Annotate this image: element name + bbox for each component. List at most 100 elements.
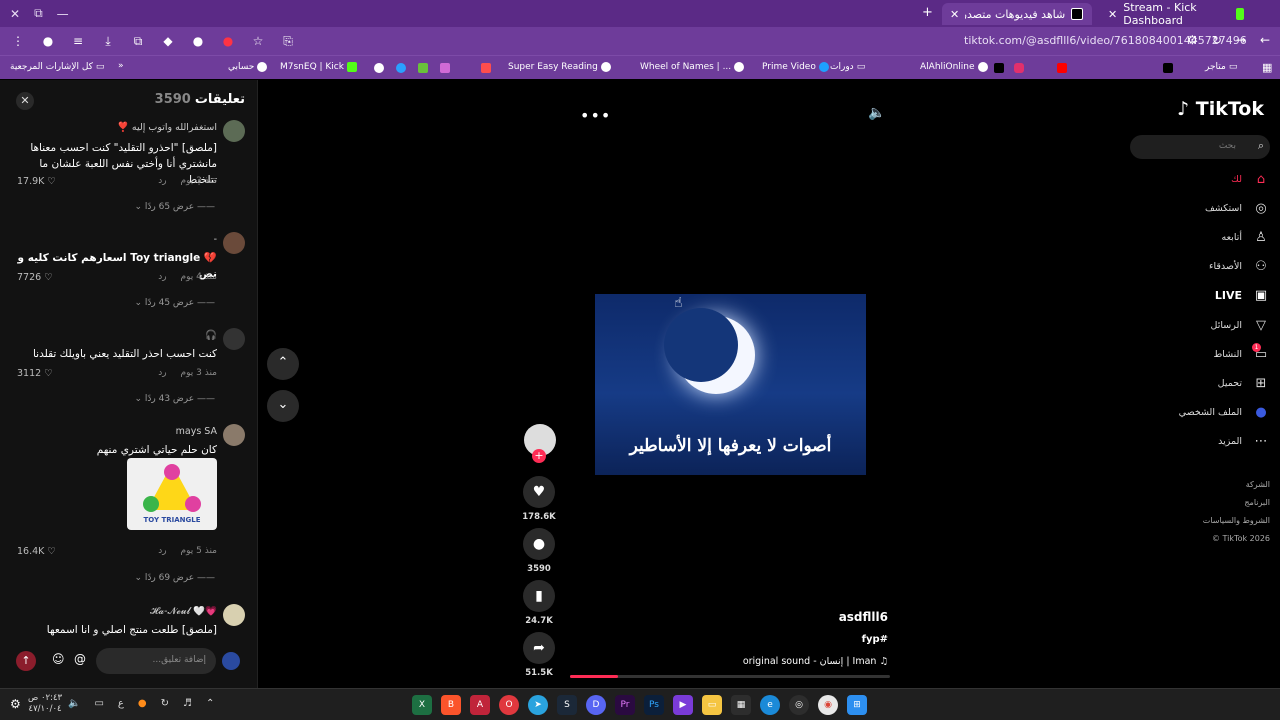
view-replies-button[interactable]: —— عرض 45 ردًا ⌄ (134, 298, 215, 308)
nav-activity[interactable]: النشاط ▭ 1 (1120, 343, 1270, 362)
restore-window-icon[interactable]: ⧉ (34, 6, 43, 21)
discord-icon[interactable]: D (586, 695, 606, 715)
comment-likes[interactable]: 7726 ♡ (17, 272, 53, 283)
like-action[interactable]: ♥ 178.6K (522, 476, 556, 522)
bookmark-courses[interactable]: دورات ▭ (830, 62, 865, 72)
star-icon[interactable]: ☆ (250, 34, 266, 48)
nav-live[interactable]: LIVE ▣ (1120, 288, 1270, 303)
menu-icon[interactable]: ⋮ (10, 34, 26, 48)
reload-icon[interactable]: ↻ (1212, 33, 1222, 47)
bookmark-account[interactable]: حسابي (228, 62, 268, 72)
bookmark-super-easy-reading[interactable]: Super Easy Reading (508, 62, 611, 72)
tab-kick[interactable]: ✕ Stream - Kick Dashboard (1100, 1, 1252, 27)
reply-button[interactable]: رد (158, 176, 166, 186)
search-icon[interactable]: ⌕ (1258, 139, 1264, 153)
extension-icon[interactable]: ● (220, 34, 236, 48)
avatar[interactable] (223, 120, 245, 142)
sticker-image[interactable]: TOY TRIANGLE (127, 458, 217, 530)
nav-explore[interactable]: استكشف ◎ (1120, 201, 1270, 216)
comment-author[interactable]: - (214, 234, 217, 245)
video-progress-bar[interactable] (570, 675, 890, 678)
grid-icon[interactable]: ▦ (1262, 61, 1272, 74)
close-window-icon[interactable]: ✕ (10, 7, 20, 21)
notification-icon[interactable]: ♬ (183, 698, 192, 709)
store-icon[interactable]: ▦ (731, 695, 751, 715)
nav-following[interactable]: أتابعه ♙ (1120, 230, 1270, 245)
volume-icon[interactable]: 🔈 (868, 105, 885, 121)
bookmark-wheel-of-names[interactable]: Wheel of Names | ... (640, 62, 745, 72)
avatar[interactable] (223, 424, 245, 446)
extension-icon[interactable]: ◆ (160, 34, 176, 48)
vivaldi-icon[interactable]: A (470, 695, 490, 715)
share-icon[interactable]: ➦ (523, 632, 555, 664)
globe-icon[interactable] (1163, 63, 1173, 73)
video-sound[interactable]: original sound - إنسان | Iman ♫ (743, 656, 888, 667)
heart-icon[interactable]: ♥ (523, 476, 555, 508)
more-options-icon[interactable]: ••• (580, 106, 611, 125)
globe-icon[interactable] (396, 63, 406, 73)
comment-input[interactable]: إضافة تعليق... (96, 648, 216, 674)
video-hashtag[interactable]: fyp# (862, 634, 888, 645)
view-replies-button[interactable]: —— عرض 43 ردًا ⌄ (134, 394, 215, 404)
chatgpt-icon[interactable]: ◎ (789, 695, 809, 715)
network-icon[interactable]: ▭ (94, 698, 103, 709)
opera-icon[interactable]: O (499, 695, 519, 715)
footer-company[interactable]: الشركة (1246, 480, 1270, 489)
extension-icon[interactable]: ● (40, 34, 56, 48)
search-input[interactable]: بحث ⌕ (1130, 135, 1270, 159)
photo-ext-icon[interactable] (440, 63, 450, 73)
screenshot-icon[interactable]: ⎘ (280, 34, 296, 49)
photoshop-icon[interactable]: Ps (644, 695, 664, 715)
edge-icon[interactable]: e (760, 695, 780, 715)
previous-video-button[interactable]: ⌃ (267, 348, 299, 380)
comment-author[interactable]: mays SA (176, 426, 217, 437)
chevron-up-icon[interactable]: ⌃ (206, 698, 214, 709)
folder-icon[interactable]: ▭ (702, 695, 722, 715)
globe-icon[interactable] (374, 63, 384, 73)
close-comments-icon[interactable]: ✕ (16, 92, 34, 110)
mention-icon[interactable]: @ (74, 652, 86, 666)
video-author[interactable]: asdflll6 (839, 610, 888, 624)
comment-icon[interactable]: ● (523, 528, 555, 560)
tab-close-icon[interactable]: ✕ (950, 8, 959, 21)
telegram-icon[interactable]: ➤ (528, 695, 548, 715)
extensions-puzzle-icon[interactable]: ⧉ (130, 34, 146, 49)
brave-icon[interactable]: B (441, 695, 461, 715)
send-button[interactable]: ↑ (16, 651, 36, 671)
nav-more[interactable]: المزيد ⋯ (1120, 434, 1270, 449)
view-replies-button[interactable]: —— عرض 69 ردًا ⌄ (134, 573, 215, 583)
forward-icon[interactable]: → (1236, 33, 1246, 47)
comment-author[interactable]: استغفرالله واتوب إليه ❣️ (117, 122, 217, 133)
video-player[interactable]: أصوات لا يعرفها إلا الأساطير (595, 294, 866, 475)
media-icon[interactable]: ▶ (673, 695, 693, 715)
minimize-window-icon[interactable]: — (57, 7, 69, 21)
site-settings-icon[interactable]: ⚙ (1187, 33, 1198, 47)
bookmark-alahli[interactable]: AlAhliOnline (920, 62, 988, 72)
instagram-icon[interactable] (1014, 63, 1024, 73)
comment-likes[interactable]: 3112 ♡ (17, 368, 53, 379)
emoji-icon[interactable]: ☺ (52, 652, 65, 666)
bookmark-stores[interactable]: متاجر ▭ (1205, 62, 1237, 72)
reply-button[interactable]: رد (158, 272, 166, 282)
footer-program[interactable]: البرنامج (1244, 498, 1270, 507)
avatar[interactable] (223, 232, 245, 254)
comment-likes[interactable]: 17.9K ♡ (17, 176, 56, 187)
bookmark-icon[interactable]: ▮ (523, 580, 555, 612)
youtube-icon[interactable] (1057, 63, 1067, 73)
steam-icon[interactable]: S (557, 695, 577, 715)
tiktok-icon[interactable] (994, 63, 1004, 73)
save-action[interactable]: ▮ 24.7K (522, 580, 556, 626)
view-replies-button[interactable]: —— عرض 65 ردًا ⌄ (134, 202, 215, 212)
nav-foryou[interactable]: لك ⌂ (1120, 172, 1270, 187)
avatar[interactable] (223, 328, 245, 350)
language-indicator[interactable]: ع (118, 698, 124, 709)
tab-tiktok[interactable]: ✕ شاهد فيديوهات متصدرة | ... (942, 3, 1092, 25)
sync-icon[interactable]: ↻ (161, 698, 169, 709)
tab-close-icon[interactable]: ✕ (1108, 8, 1117, 21)
nav-profile[interactable]: الملف الشخصي ● (1120, 405, 1270, 420)
user-avatar[interactable] (222, 652, 240, 670)
comment-action[interactable]: ● 3590 (522, 528, 556, 574)
extension-icon[interactable]: ● (190, 34, 206, 48)
download-icon[interactable]: ⤓ (100, 34, 116, 49)
new-tab-icon[interactable]: + (922, 5, 933, 20)
